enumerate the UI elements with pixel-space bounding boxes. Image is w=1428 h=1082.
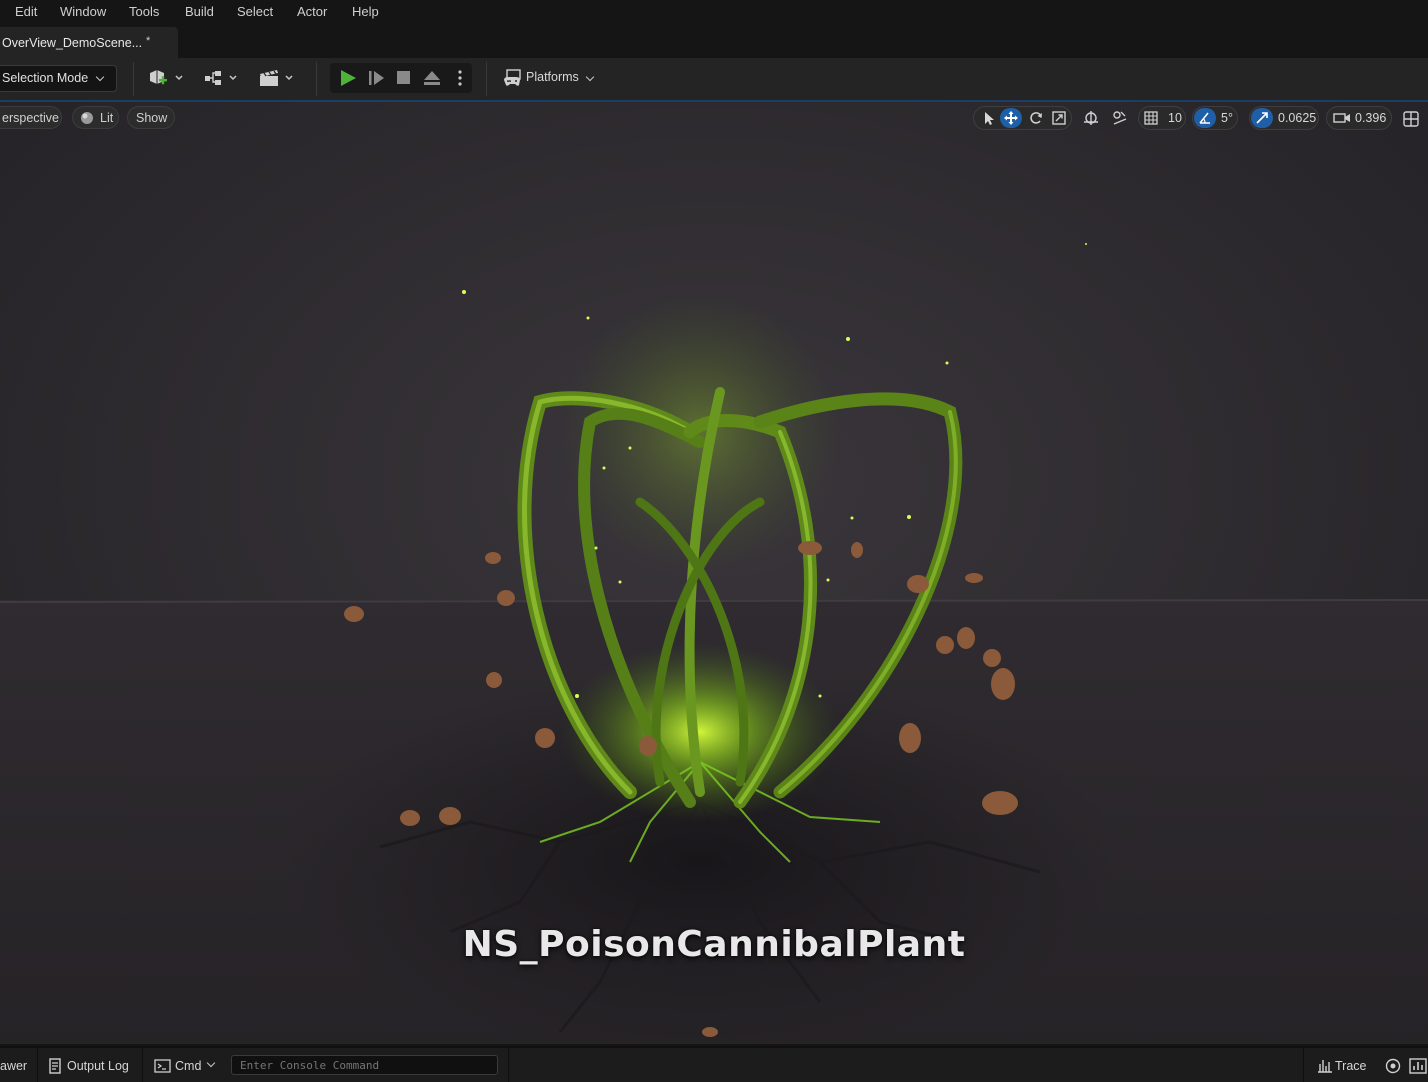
trace-label: Trace bbox=[1335, 1059, 1367, 1073]
stop-icon[interactable] bbox=[395, 69, 413, 87]
view-mode-button[interactable]: erspective bbox=[0, 106, 62, 129]
advance-frame-icon[interactable] bbox=[367, 69, 387, 87]
selection-mode-label: Selection Mode bbox=[2, 71, 89, 85]
gamepad-icon bbox=[504, 69, 521, 86]
scale-snap-icon bbox=[1256, 112, 1268, 124]
camera-speed-value: 0.396 bbox=[1355, 111, 1387, 125]
output-log-label: Output Log bbox=[67, 1059, 129, 1073]
add-actor-icon[interactable] bbox=[146, 66, 186, 90]
viewport-scene bbox=[0, 102, 1428, 1044]
angle-icon bbox=[1199, 112, 1210, 124]
rotation-snap-value: 5° bbox=[1221, 111, 1233, 125]
log-icon bbox=[49, 1058, 61, 1074]
content-drawer-button[interactable]: awer bbox=[0, 1059, 27, 1073]
terminal-icon bbox=[154, 1059, 171, 1073]
eject-icon[interactable] bbox=[422, 69, 442, 87]
cmd-label: Cmd bbox=[175, 1059, 202, 1073]
statusbar-separator bbox=[508, 1048, 509, 1082]
more-options-icon[interactable] bbox=[456, 68, 464, 88]
lighting-mode-label: Lit bbox=[100, 111, 114, 125]
surface-snap-icon[interactable] bbox=[1111, 109, 1129, 127]
grid-snap-toggle[interactable]: 10 bbox=[1138, 106, 1186, 130]
toolbar-separator bbox=[133, 62, 134, 96]
menu-bar: Edit Window Tools Build Select Actor Hel… bbox=[0, 0, 1428, 24]
menu-actor[interactable]: Actor bbox=[297, 4, 327, 19]
source-control-icon[interactable] bbox=[1409, 1058, 1427, 1074]
selection-mode-dropdown[interactable]: Selection Mode bbox=[0, 65, 117, 92]
chevron-down-icon bbox=[95, 72, 105, 82]
viewport-layout-icon[interactable] bbox=[1402, 110, 1420, 128]
status-bar: awer Output Log Cmd Trace bbox=[0, 1046, 1428, 1082]
select-cursor-icon[interactable] bbox=[981, 110, 997, 126]
menu-window[interactable]: Window bbox=[60, 4, 106, 19]
show-flags-label: Show bbox=[136, 111, 168, 125]
camera-icon bbox=[1333, 113, 1350, 123]
cinematics-icon[interactable] bbox=[258, 66, 298, 90]
blueprint-icon[interactable] bbox=[202, 66, 242, 90]
show-flags-button[interactable]: Show bbox=[127, 106, 175, 129]
lighting-mode-button[interactable]: Lit bbox=[72, 106, 119, 129]
scale-icon[interactable] bbox=[1051, 110, 1067, 126]
menu-tools[interactable]: Tools bbox=[129, 4, 159, 19]
platforms-label: Platforms bbox=[526, 70, 579, 84]
console-command-input[interactable] bbox=[231, 1055, 498, 1075]
menu-help[interactable]: Help bbox=[352, 4, 379, 19]
document-tab-strip: OverView_DemoScene... * bbox=[0, 24, 1428, 58]
level-viewport[interactable]: erspective Lit Show 10 5° 0.0625 0.396 N… bbox=[0, 102, 1428, 1044]
lit-sphere-icon bbox=[81, 112, 93, 124]
main-toolbar: Selection Mode Platforms bbox=[0, 58, 1428, 102]
play-controls bbox=[330, 63, 472, 93]
menu-edit[interactable]: Edit bbox=[15, 4, 37, 19]
play-icon[interactable] bbox=[338, 69, 358, 87]
statusbar-separator bbox=[37, 1048, 38, 1082]
toolbar-separator bbox=[316, 62, 317, 96]
scale-snap-toggle[interactable]: 0.0625 bbox=[1249, 106, 1319, 130]
statusbar-separator bbox=[142, 1048, 143, 1082]
statusbar-separator bbox=[1303, 1048, 1304, 1082]
toolbar-separator bbox=[486, 62, 487, 96]
grid-snap-value: 10 bbox=[1168, 111, 1182, 125]
level-tab-label: OverView_DemoScene... bbox=[2, 36, 143, 50]
menu-build[interactable]: Build bbox=[185, 4, 214, 19]
camera-speed-button[interactable]: 0.396 bbox=[1326, 106, 1392, 130]
transform-tools bbox=[973, 106, 1072, 130]
view-mode-label: erspective bbox=[2, 111, 59, 125]
menu-select[interactable]: Select bbox=[237, 4, 273, 19]
rotate-icon[interactable] bbox=[1028, 110, 1044, 126]
translate-icon[interactable] bbox=[1003, 110, 1019, 126]
level-tab[interactable]: OverView_DemoScene... * bbox=[0, 27, 178, 58]
trace-icon bbox=[1318, 1060, 1332, 1073]
world-local-icon[interactable] bbox=[1082, 109, 1100, 127]
rotation-snap-toggle[interactable]: 5° bbox=[1192, 106, 1238, 130]
chevron-down-icon bbox=[585, 72, 595, 82]
unsaved-marker: * bbox=[146, 35, 151, 47]
chevron-down-icon bbox=[206, 1058, 216, 1068]
grid-icon bbox=[1144, 111, 1158, 125]
scene-text-label: NS_PoisonCannibalPlant bbox=[462, 924, 966, 965]
scale-snap-value: 0.0625 bbox=[1278, 111, 1317, 125]
derived-data-icon[interactable] bbox=[1385, 1058, 1401, 1074]
